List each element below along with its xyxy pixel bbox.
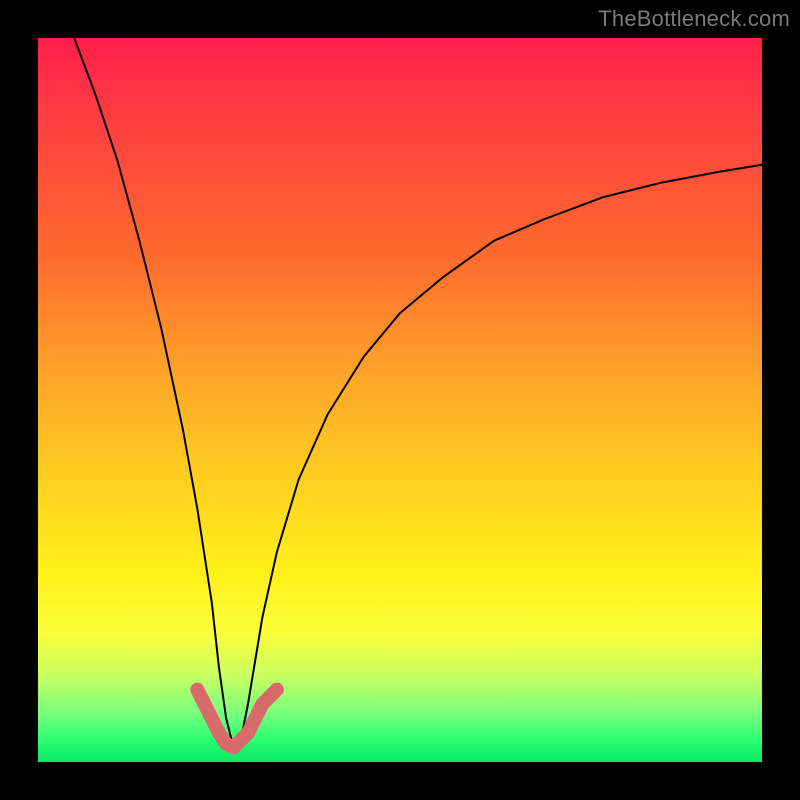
watermark-text: TheBottleneck.com <box>598 6 790 32</box>
chart-frame: TheBottleneck.com <box>0 0 800 800</box>
curve-svg <box>38 38 762 762</box>
bottleneck-curve <box>74 38 762 748</box>
valley-highlight <box>197 690 277 748</box>
plot-area <box>38 38 762 762</box>
